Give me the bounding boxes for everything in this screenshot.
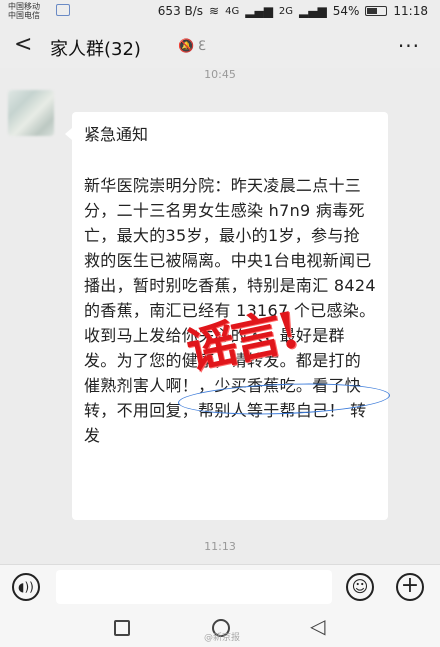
battery-icon — [365, 6, 388, 16]
recent-apps-icon[interactable] — [114, 620, 130, 636]
signal-4g-icon: 4G — [225, 5, 240, 17]
status-bar: 中国移动 中国电信 653 B/s ≋ 4G ▂▄▆ 2G ▂▄▆ 54% 11… — [0, 0, 440, 24]
emoji-icon[interactable]: ☺ — [346, 573, 374, 601]
carrier-2: 中国电信 — [8, 11, 40, 20]
network-speed: 653 B/s — [157, 4, 204, 18]
wifi-icon: ≋ — [209, 4, 220, 18]
plus-icon[interactable]: + — [396, 573, 424, 601]
avatar[interactable] — [8, 90, 54, 136]
signal-2g-icon: 2G — [278, 5, 294, 17]
voice-input-icon[interactable]: ◖)) — [12, 573, 40, 601]
notification-icon — [56, 4, 70, 16]
chat-header: < 家人群(32) 🔕 ℇ ··· — [0, 24, 440, 68]
battery-percent: 54% — [332, 4, 360, 18]
chat-title: 家人群(32) — [50, 39, 141, 60]
input-bar: ◖)) ☺ + — [0, 564, 440, 608]
carrier-names: 中国移动 中国电信 — [8, 2, 40, 20]
carrier-1: 中国移动 — [8, 2, 40, 11]
watermark: @新京报 — [204, 633, 241, 643]
timestamp: 11:13 — [204, 540, 236, 553]
timestamp: 10:45 — [204, 68, 236, 81]
more-options-icon[interactable]: ··· — [398, 34, 420, 58]
ear-icon: ℇ — [198, 39, 206, 54]
signal-bars-2-icon: ▂▄▆ — [299, 4, 327, 18]
back-arrow-icon[interactable]: < — [14, 32, 32, 57]
mute-bell-icon: 🔕 — [178, 39, 195, 54]
clock: 11:18 — [393, 4, 428, 18]
message-input[interactable] — [56, 570, 332, 604]
signal-bars-icon: ▂▄▆ — [245, 4, 273, 18]
chat-area[interactable]: 10:45 紧急通知 新华医院崇明分院：昨天凌晨二点十三分，二十三名男女生感染 … — [0, 68, 440, 564]
message-title: 紧急通知 — [84, 125, 149, 144]
nav-back-icon[interactable]: ◁ — [310, 614, 325, 638]
status-indicators: 653 B/s ≋ 4G ▂▄▆ 2G ▂▄▆ 54% 11:18 — [158, 4, 428, 18]
